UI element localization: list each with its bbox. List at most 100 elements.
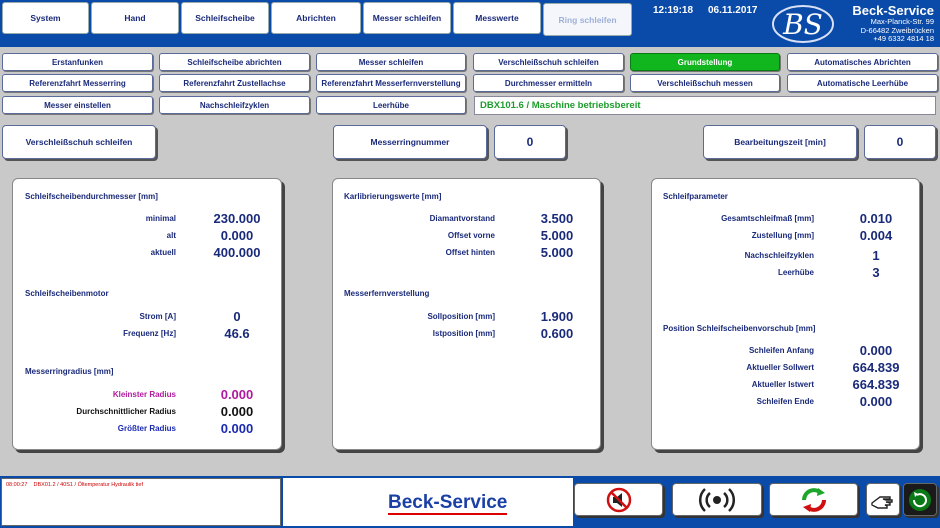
value-aktueller-istwert: 664.839	[852, 377, 900, 392]
value-gesamtschleifmass: 0.010	[859, 211, 893, 226]
value-kleinster-radius: 0.000	[220, 387, 254, 402]
label-schleifen-ende: Schleifen Ende	[756, 397, 814, 406]
messer-einstellen-button[interactable]: Messer einstellen	[2, 96, 153, 114]
panel-schleifscheibe: Schleifscheibendurchmesser [mm] minimal …	[12, 178, 282, 450]
company-logo-letters: BS	[782, 8, 823, 41]
panel-schleifparameter: Schleifparameter Gesamtschleifmaß [mm] 0…	[651, 178, 920, 450]
brand-name: Beck-Service	[852, 3, 934, 18]
panel3-title-schleifparameter: Schleifparameter	[663, 192, 728, 201]
value-strom: 0	[233, 309, 241, 324]
value-nachschleifzyklen: 1	[872, 248, 880, 263]
referenzfahrt-zustellachse-button[interactable]: Referenzfahrt Zustellachse	[159, 74, 310, 92]
automatische-leerhuebe-button[interactable]: Automatische Leerhübe	[787, 74, 938, 92]
value-aktueller-sollwert: 664.839	[852, 360, 900, 375]
footer-logo-area: Beck-Service	[283, 478, 573, 526]
horn-button[interactable]	[672, 483, 762, 516]
panel2-title-kalibrierung: Karlibrierungswerte [mm]	[344, 192, 442, 201]
schleifscheibe-abrichten-button[interactable]: Schleifscheibe abrichten	[159, 53, 310, 71]
label-aktueller-sollwert: Aktueller Sollwert	[746, 363, 814, 372]
label-aktuell: aktuell	[150, 248, 176, 257]
value-alt: 0.000	[220, 228, 254, 243]
label-durchschnittlicher-radius: Durchschnittlicher Radius	[76, 407, 176, 416]
label-alt: alt	[166, 231, 176, 240]
brand-phone: +49 6332 4814 18	[873, 34, 934, 43]
reset-button[interactable]	[769, 483, 858, 516]
label-aktueller-istwert: Aktueller Istwert	[751, 380, 814, 389]
tab-hand[interactable]: Hand	[91, 2, 179, 34]
company-logo-icon: BS	[772, 5, 834, 43]
auto-cycle-button[interactable]	[903, 483, 937, 516]
durchmesser-ermitteln-button[interactable]: Durchmesser ermitteln	[473, 74, 624, 92]
label-sollposition: Sollposition [mm]	[427, 312, 495, 321]
label-schleifen-anfang: Schleifen Anfang	[748, 346, 814, 355]
value-offset-hinten: 5.000	[540, 245, 574, 260]
tab-abrichten[interactable]: Abrichten	[271, 2, 361, 34]
alarm-time: 08:00:27	[6, 482, 28, 488]
erstanfunken-button[interactable]: Erstanfunken	[2, 53, 153, 71]
value-schleifen-ende: 0.000	[859, 394, 893, 409]
reset-icon	[801, 487, 826, 512]
value-minimal: 230.000	[213, 211, 261, 226]
horn-icon	[698, 487, 736, 512]
hand-icon	[871, 495, 893, 509]
brand-block: Beck-Service Max-Planck-Str. 99 D-66482 …	[852, 3, 934, 44]
tab-schleifscheibe[interactable]: Schleifscheibe	[181, 2, 269, 34]
tab-ring-schleifen[interactable]: Ring schleifen	[543, 3, 632, 36]
clock-time: 12:19:18	[653, 5, 694, 16]
tab-messwerte[interactable]: Messwerte	[453, 2, 541, 34]
label-kleinster-radius: Kleinster Radius	[112, 390, 176, 399]
panel-kalibrierung: Karlibrierungswerte [mm] Diamantvorstand…	[332, 178, 601, 450]
value-offset-vorne: 5.000	[540, 228, 574, 243]
value-leerhuebe: 3	[872, 265, 880, 280]
value-frequenz: 46.6	[224, 326, 250, 341]
label-offset-hinten: Offset hinten	[445, 248, 495, 257]
value-sollposition: 1.900	[540, 309, 574, 324]
bearbeitungszeit-label: Bearbeitungszeit [min]	[703, 125, 857, 159]
panel3-title-position: Position Schleifscheibenvorschub [mm]	[663, 324, 816, 333]
tab-messer-schleifen[interactable]: Messer schleifen	[363, 2, 451, 34]
hand-mode-button[interactable]	[866, 483, 900, 516]
clock-date: 06.11.2017	[708, 5, 758, 16]
verschleissschuh-messen-button[interactable]: Verschleißschuh messen	[630, 74, 780, 92]
label-offset-vorne: Offset vorne	[447, 231, 495, 240]
status-message: DBX101.6 / Maschine betriebsbereit	[474, 96, 936, 115]
alarm-list[interactable]: 08:00:27 DBX01.2 / 40S1 / Öltemperatur H…	[1, 478, 281, 526]
label-leerhuebe: Leerhübe	[777, 268, 814, 277]
messerringnummer-label: Messerringnummer	[333, 125, 487, 159]
value-schleifen-anfang: 0.000	[859, 343, 893, 358]
panel1-title-durchmesser: Schleifscheibendurchmesser [mm]	[25, 192, 158, 201]
value-durchschnittlicher-radius: 0.000	[220, 404, 254, 419]
nachschleifzyklen-button[interactable]: Nachschleifzyklen	[159, 96, 310, 114]
tab-system[interactable]: System	[2, 2, 89, 34]
value-diamantvorstand: 3.500	[540, 211, 574, 226]
label-minimal: minimal	[145, 214, 176, 223]
leerhuebe-button[interactable]: Leerhübe	[316, 96, 466, 114]
label-gesamtschleifmass: Gesamtschleifmaß [mm]	[721, 214, 814, 223]
value-zustellung: 0.004	[859, 228, 893, 243]
sound-off-button[interactable]	[574, 483, 663, 516]
value-groesster-radius: 0.000	[220, 421, 254, 436]
referenzfahrt-messerfernverstellung-button[interactable]: Referenzfahrt Messerfernverstellung	[316, 74, 466, 92]
footer-logo: Beck-Service	[388, 492, 508, 515]
label-istposition: Istposition [mm]	[432, 329, 495, 338]
referenzfahrt-messerring-button[interactable]: Referenzfahrt Messerring	[2, 74, 153, 92]
label-strom: Strom [A]	[139, 312, 176, 321]
verschleissschuh-schleifen-mode-button[interactable]: Verschleißschuh schleifen	[2, 125, 156, 159]
bearbeitungszeit-value: 0	[864, 125, 936, 159]
label-groesster-radius: Größter Radius	[117, 424, 176, 433]
value-aktuell: 400.000	[213, 245, 261, 260]
messerringnummer-value[interactable]: 0	[494, 125, 566, 159]
label-nachschleifzyklen: Nachschleifzyklen	[744, 251, 814, 260]
panel1-title-radius: Messerringradius [mm]	[25, 367, 114, 376]
messer-schleifen-button[interactable]: Messer schleifen	[316, 53, 466, 71]
automatisches-abrichten-button[interactable]: Automatisches Abrichten	[787, 53, 938, 71]
auto-cycle-icon	[909, 488, 931, 511]
label-frequenz: Frequenz [Hz]	[123, 329, 176, 338]
panel2-title-messerfernverstellung: Messerfernverstellung	[344, 289, 430, 298]
panel1-title-motor: Schleifscheibenmotor	[25, 289, 109, 298]
grundstellung-button[interactable]: Grundstellung	[630, 53, 780, 71]
value-istposition: 0.600	[540, 326, 574, 341]
label-diamantvorstand: Diamantvorstand	[429, 214, 495, 223]
sound-off-icon	[606, 487, 631, 512]
verschleissschuh-schleifen-button[interactable]: Verschleißschuh schleifen	[473, 53, 624, 71]
